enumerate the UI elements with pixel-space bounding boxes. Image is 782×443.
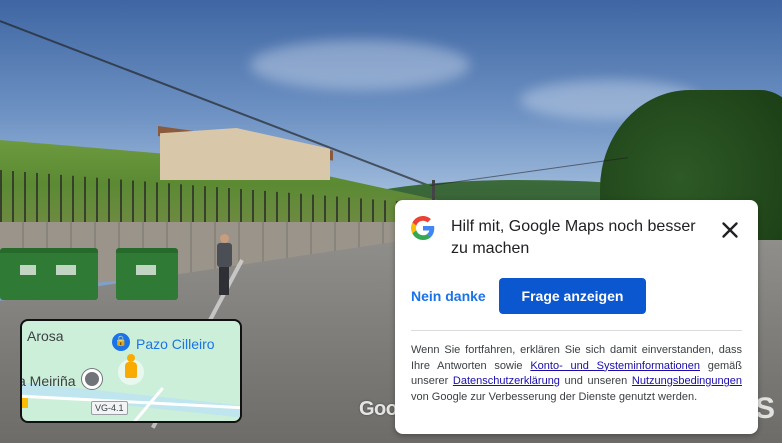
privacy-policy-link[interactable]: Datenschutzerklärung [453,375,560,387]
pegman-icon[interactable] [124,354,138,380]
waste-container [116,248,178,300]
minimap-highway [22,398,28,408]
divider [411,330,742,331]
legal-text-part: und unseren [559,375,632,387]
watermark-fragment: S [755,392,776,425]
survey-dialog: Hilf mit, Google Maps noch besser zu mac… [395,200,758,434]
legal-text: Wenn Sie fortfahren, erklären Sie sich d… [411,343,742,405]
terms-link[interactable]: Nutzungsbedingungen [632,375,742,387]
legal-text-part: von Google zur Verbesserung der Dienste … [411,390,698,403]
minimap-area-label: a Meiriña [20,373,76,389]
person [215,234,233,296]
place-pin-icon[interactable]: 🔒 [112,333,130,351]
minimap-place-label[interactable]: Pazo Cilleiro [136,336,215,352]
poi-icon[interactable] [82,369,102,389]
minimap[interactable]: Arosa 🔒 Pazo Cilleiro a Meiriña VG-4.1 [20,319,242,423]
account-info-link[interactable]: Konto- und Systeminformationen [530,360,700,372]
road-shield: VG-4.1 [91,401,128,415]
decline-button[interactable]: Nein danke [411,278,491,314]
minimap-town-label: Arosa [27,328,64,344]
google-g-logo [411,216,435,240]
survey-title: Hilf mit, Google Maps noch besser zu mac… [451,218,696,257]
show-question-button[interactable]: Frage anzeigen [499,278,646,314]
cloud [250,40,470,90]
close-icon[interactable] [717,217,743,243]
waste-container [36,248,98,300]
